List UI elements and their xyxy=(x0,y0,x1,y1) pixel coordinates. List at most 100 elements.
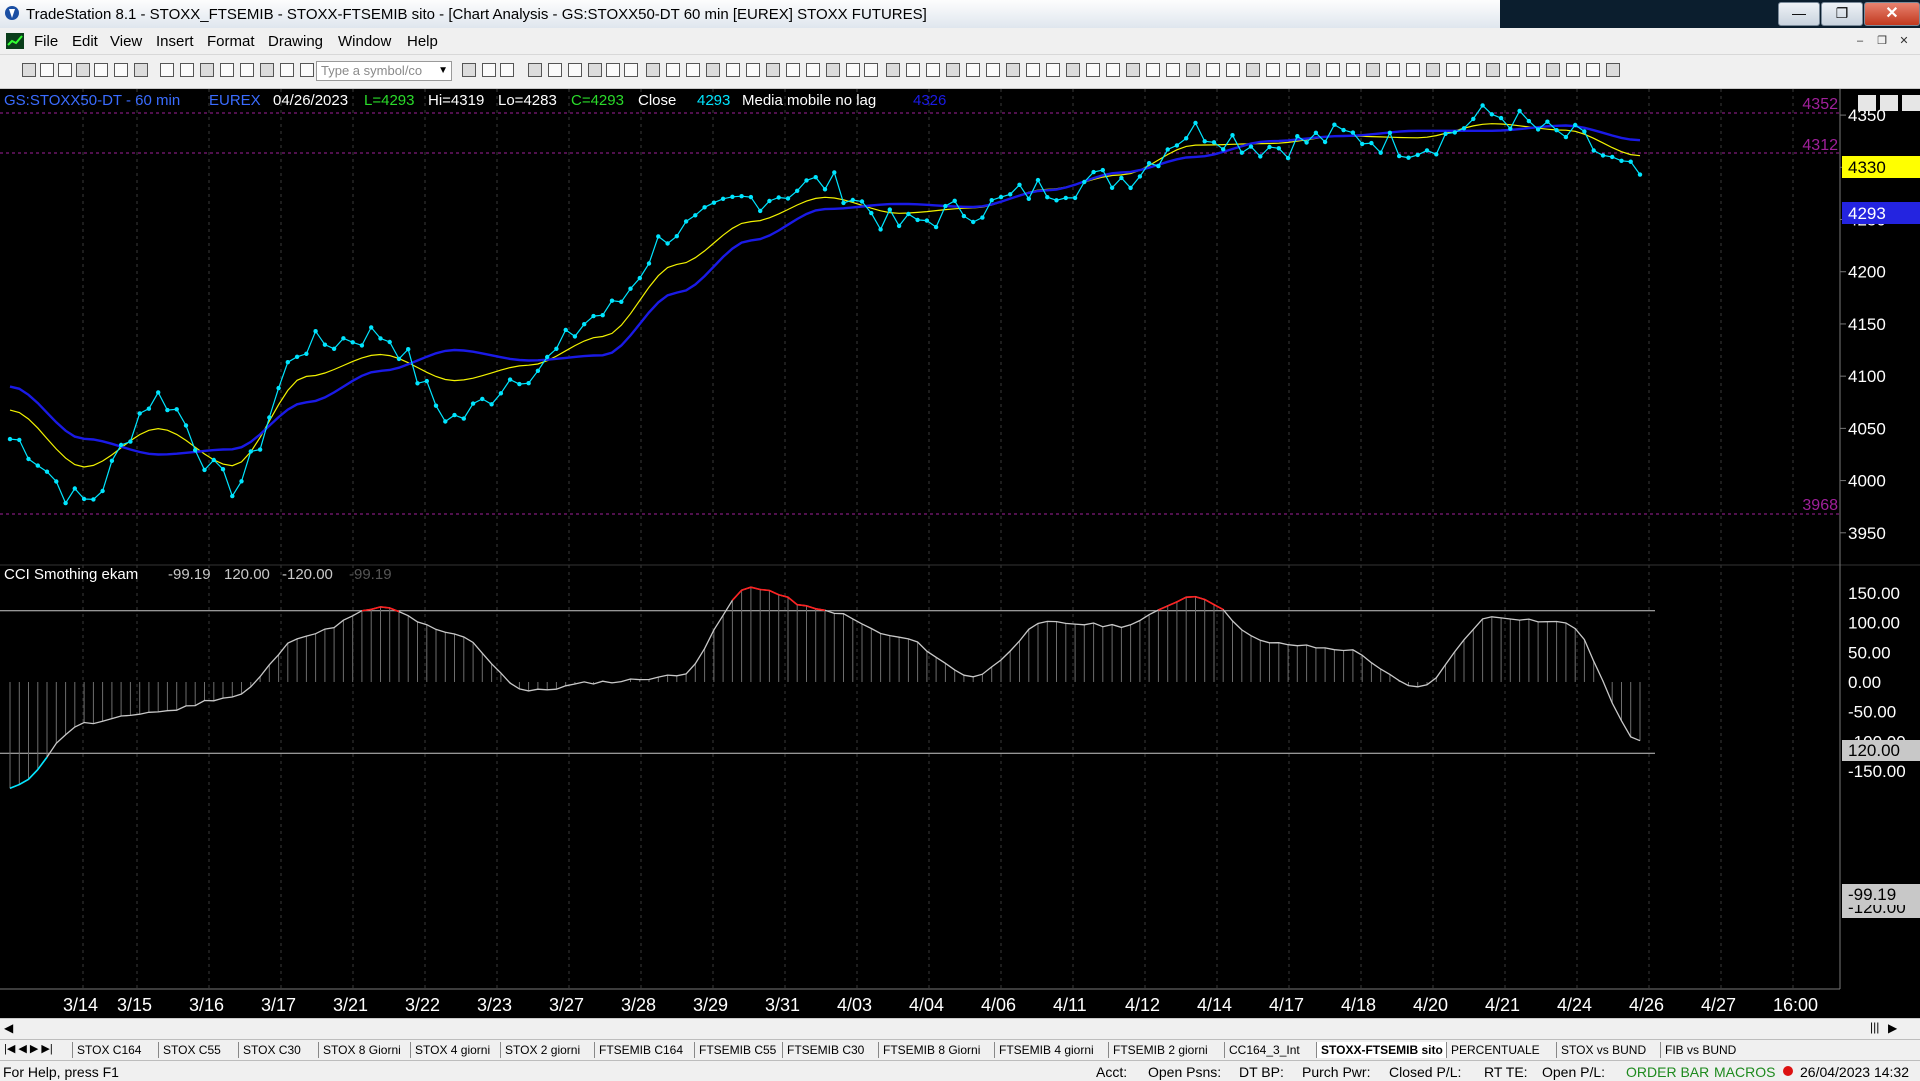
toolbar-tool-icon[interactable] xyxy=(1026,63,1040,77)
toolbar-tool-icon[interactable] xyxy=(1186,63,1200,77)
toolbar-tool-icon[interactable] xyxy=(706,63,720,77)
toolbar-tool-icon[interactable] xyxy=(986,63,1000,77)
toolbar-tool-icon[interactable] xyxy=(588,63,602,77)
toolbar-tool-icon[interactable] xyxy=(1306,63,1320,77)
pane-minimize-button[interactable] xyxy=(1858,95,1876,111)
toolbar-tool-icon[interactable] xyxy=(1286,63,1300,77)
workspace-tab[interactable]: FTSEMIB 8 Giorni xyxy=(878,1042,984,1058)
toolbar-tool-icon[interactable] xyxy=(726,63,740,77)
minimize-button[interactable]: — xyxy=(1778,2,1820,26)
restore-button[interactable]: ❐ xyxy=(1821,2,1863,26)
mdi-minimize-icon[interactable]: – xyxy=(1852,33,1868,49)
workspace-tab[interactable]: STOX 2 giorni xyxy=(500,1042,584,1058)
tab-nav-first-icon[interactable]: |◀ ◀ ▶ ▶| xyxy=(4,1042,53,1055)
workspace-tab[interactable]: STOX C164 xyxy=(72,1042,145,1058)
toolbar-tool-icon[interactable] xyxy=(806,63,820,77)
menu-edit[interactable]: Edit xyxy=(72,33,98,50)
toolbar-tool-icon[interactable] xyxy=(606,63,620,77)
mdi-close-icon[interactable]: ✕ xyxy=(1896,33,1912,49)
toolbar-tool-icon[interactable] xyxy=(528,63,542,77)
toolbar-tool-icon[interactable] xyxy=(1486,63,1500,77)
toolbar-tool-icon[interactable] xyxy=(114,63,128,77)
toolbar-tool-icon[interactable] xyxy=(1086,63,1100,77)
toolbar-tool-icon[interactable] xyxy=(1166,63,1180,77)
toolbar-tool-icon[interactable] xyxy=(864,63,878,77)
toolbar-tool-icon[interactable] xyxy=(240,63,254,77)
workspace-tab[interactable]: STOX vs BUND xyxy=(1556,1042,1650,1058)
toolbar-tool-icon[interactable] xyxy=(1606,63,1620,77)
status-macros[interactable]: MACROS xyxy=(1714,1064,1775,1080)
toolbar-tool-icon[interactable] xyxy=(1506,63,1520,77)
toolbar-tool-icon[interactable] xyxy=(666,63,680,77)
menu-view[interactable]: View xyxy=(110,33,142,50)
toolbar-tool-icon[interactable] xyxy=(1126,63,1140,77)
toolbar-tool-icon[interactable] xyxy=(260,63,274,77)
toolbar-tool-icon[interactable] xyxy=(746,63,760,77)
toolbar-tool-icon[interactable] xyxy=(946,63,960,77)
workspace-tab[interactable]: STOX C30 xyxy=(238,1042,305,1058)
workspace-tab[interactable]: CC164_3_Int xyxy=(1224,1042,1304,1058)
toolbar-tool-icon[interactable] xyxy=(200,63,214,77)
close-button[interactable]: ✕ xyxy=(1864,2,1920,26)
scroll-right-icon[interactable]: ▶ xyxy=(1888,1021,1897,1035)
toolbar-tool-icon[interactable] xyxy=(220,63,234,77)
toolbar-tool-icon[interactable] xyxy=(482,63,496,77)
workspace-tab[interactable]: STOXX-FTSEMIB sito xyxy=(1316,1042,1447,1058)
toolbar-tool-icon[interactable] xyxy=(1406,63,1420,77)
toolbar-tool-icon[interactable] xyxy=(1366,63,1380,77)
toolbar-tool-icon[interactable] xyxy=(686,63,700,77)
toolbar-tool-icon[interactable] xyxy=(1586,63,1600,77)
workspace-tab[interactable]: FTSEMIB C55 xyxy=(694,1042,780,1058)
toolbar-tool-icon[interactable] xyxy=(766,63,780,77)
toolbar-tool-icon[interactable] xyxy=(624,63,638,77)
toolbar-tool-icon[interactable] xyxy=(1206,63,1220,77)
toolbar-tool-icon[interactable] xyxy=(1526,63,1540,77)
toolbar-tool-icon[interactable] xyxy=(906,63,920,77)
toolbar-tool-icon[interactable] xyxy=(180,63,194,77)
toolbar-tool-icon[interactable] xyxy=(548,63,562,77)
workspace-tab[interactable]: FTSEMIB C30 xyxy=(782,1042,868,1058)
status-order-bar[interactable]: ORDER BAR xyxy=(1626,1064,1709,1080)
toolbar-tool-icon[interactable] xyxy=(280,63,294,77)
horizontal-scrollbar[interactable]: ◀ ▶ ||| xyxy=(0,1018,1920,1039)
toolbar-tool-icon[interactable] xyxy=(1326,63,1340,77)
toolbar-tool-icon[interactable] xyxy=(94,63,108,77)
toolbar-tool-icon[interactable] xyxy=(1046,63,1060,77)
toolbar-tool-icon[interactable] xyxy=(1246,63,1260,77)
toolbar-tool-icon[interactable] xyxy=(1346,63,1360,77)
menu-drawing[interactable]: Drawing xyxy=(268,33,323,50)
toolbar-tool-icon[interactable] xyxy=(926,63,940,77)
workspace-tab[interactable]: FTSEMIB 2 giorni xyxy=(1108,1042,1212,1058)
toolbar-tool-icon[interactable] xyxy=(58,63,72,77)
menu-format[interactable]: Format xyxy=(207,33,255,50)
menu-help[interactable]: Help xyxy=(407,33,438,50)
toolbar-tool-icon[interactable] xyxy=(40,63,54,77)
toolbar-tool-icon[interactable] xyxy=(786,63,800,77)
toolbar-tool-icon[interactable] xyxy=(1386,63,1400,77)
workspace-tab[interactable]: PERCENTUALE xyxy=(1446,1042,1544,1058)
toolbar-tool-icon[interactable] xyxy=(846,63,860,77)
pane-close-button[interactable] xyxy=(1902,95,1920,111)
toolbar-tool-icon[interactable] xyxy=(76,63,90,77)
toolbar-tool-icon[interactable] xyxy=(1106,63,1120,77)
toolbar-tool-icon[interactable] xyxy=(462,63,476,77)
toolbar-tool-icon[interactable] xyxy=(134,63,148,77)
toolbar-tool-icon[interactable] xyxy=(826,63,840,77)
toolbar-tool-icon[interactable] xyxy=(966,63,980,77)
chart-window-icon[interactable] xyxy=(6,33,24,49)
toolbar-tool-icon[interactable] xyxy=(1066,63,1080,77)
toolbar-tool-icon[interactable] xyxy=(300,63,314,77)
toolbar-tool-icon[interactable] xyxy=(22,63,36,77)
menu-insert[interactable]: Insert xyxy=(156,33,194,50)
toolbar-tool-icon[interactable] xyxy=(1466,63,1480,77)
workspace-tab[interactable]: FIB vs BUND xyxy=(1660,1042,1740,1058)
toolbar-tool-icon[interactable] xyxy=(1006,63,1020,77)
toolbar-tool-icon[interactable] xyxy=(568,63,582,77)
toolbar-tool-icon[interactable] xyxy=(1446,63,1460,77)
toolbar-tool-icon[interactable] xyxy=(1426,63,1440,77)
toolbar-tool-icon[interactable] xyxy=(886,63,900,77)
toolbar-tool-icon[interactable] xyxy=(1226,63,1240,77)
menu-window[interactable]: Window xyxy=(338,33,391,50)
mdi-restore-icon[interactable]: ❐ xyxy=(1874,33,1890,49)
toolbar-tool-icon[interactable] xyxy=(1546,63,1560,77)
